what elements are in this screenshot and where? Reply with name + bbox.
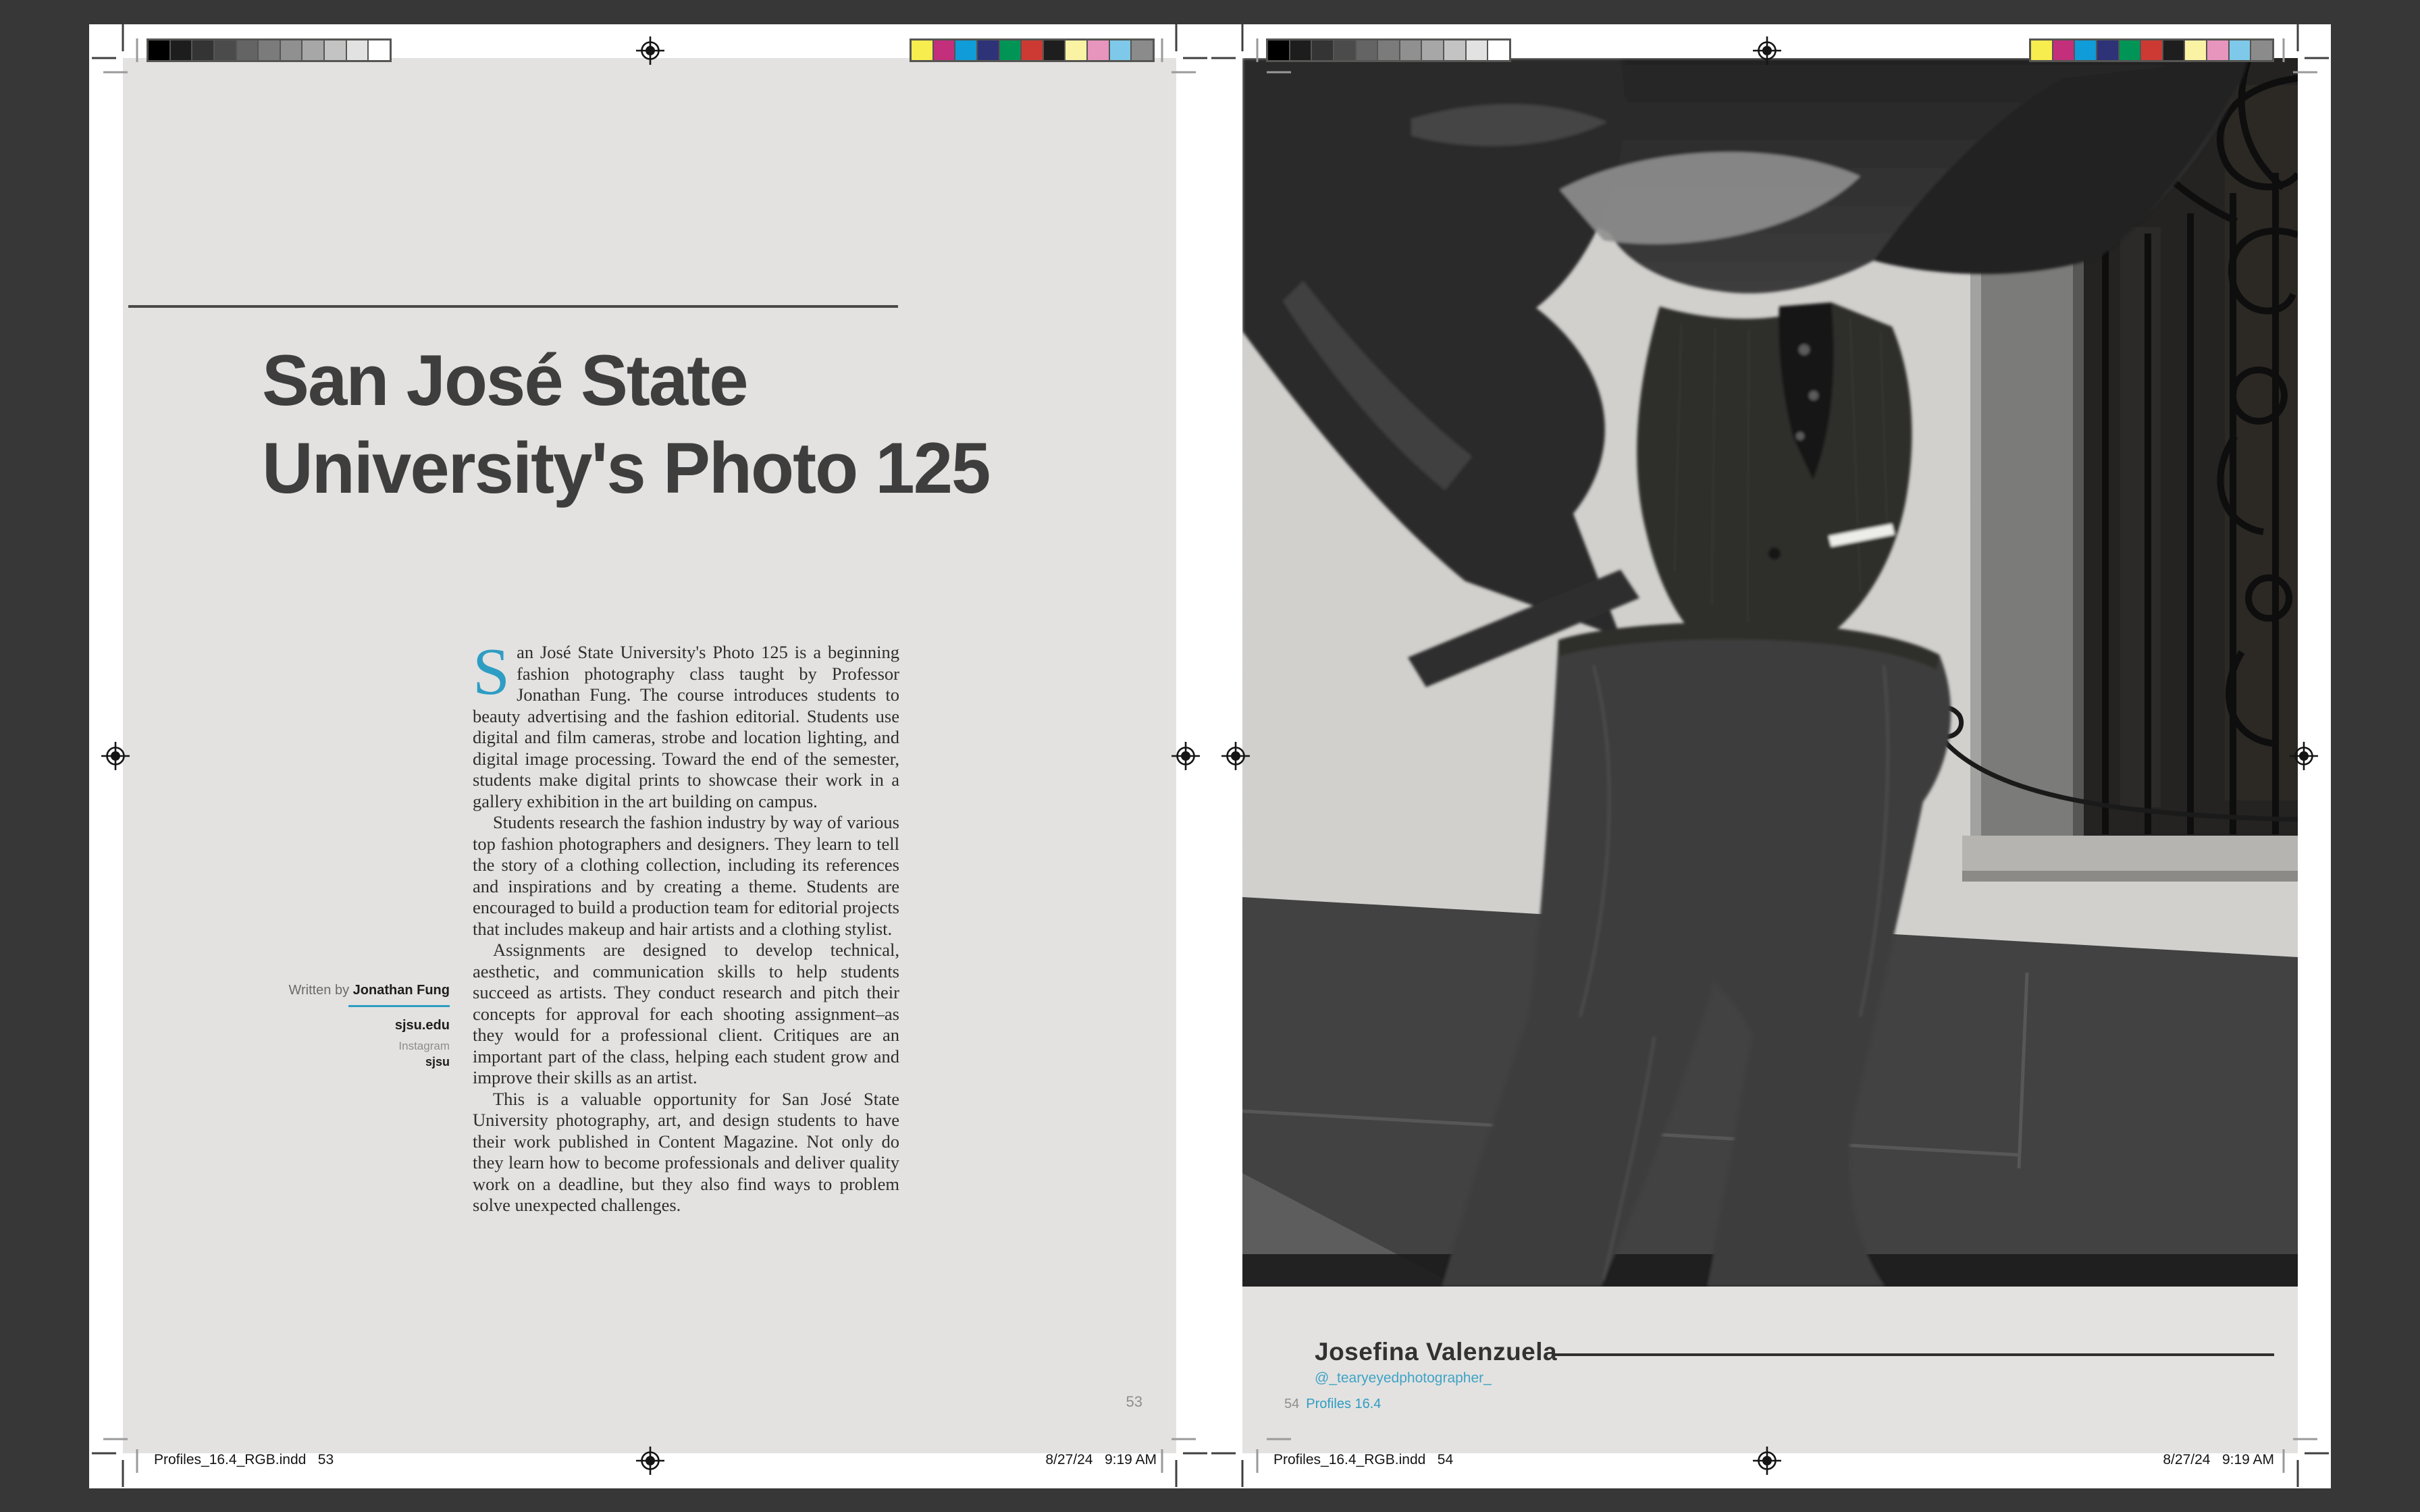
calibration-swatch <box>2097 40 2120 60</box>
title-line-1: San José State <box>262 340 747 421</box>
calibration-swatch <box>1357 40 1379 60</box>
drop-cap: S <box>473 642 517 699</box>
photo-window-frame <box>1970 254 2084 846</box>
calibration-swatch <box>302 40 325 60</box>
calibration-swatch <box>1022 40 1044 60</box>
photo-window-sill <box>1962 836 2298 871</box>
paragraph: San José State University's Photo 125 is… <box>473 642 899 812</box>
calibration-swatch <box>1400 40 1423 60</box>
calibration-swatch <box>2163 40 2186 60</box>
byline-rule <box>348 1005 450 1007</box>
calibration-swatch <box>325 40 347 60</box>
calibration-swatch <box>1488 40 1509 60</box>
page-number-53: 53 <box>1080 1393 1142 1411</box>
calibration-swatch <box>912 40 934 60</box>
calibration-swatch <box>2053 40 2076 60</box>
calibration-swatch <box>1422 40 1444 60</box>
print-proof-spread: San José State University's Photo 125 Sa… <box>0 0 2420 1512</box>
calibration-swatch <box>2251 40 2272 60</box>
calibration-swatch <box>1066 40 1088 60</box>
slug-timestamp-53: 8/27/24 9:19 AM <box>954 1452 1157 1468</box>
byline-author: Jonathan Fung <box>353 983 450 998</box>
byline: Written by Jonathan Fung <box>270 983 450 998</box>
calibration-swatch <box>955 40 978 60</box>
paragraph-text: an José State University's Photo 125 is … <box>473 642 899 811</box>
slug-filename-53: Profiles_16.4_RGB.indd 53 <box>154 1452 334 1468</box>
calibration-swatch <box>1088 40 1110 60</box>
paragraph: This is a valuable opportunity for San J… <box>473 1089 899 1216</box>
calibration-swatch <box>1044 40 1066 60</box>
photo-subject-name: Josefina Valenzuela <box>1315 1338 1557 1366</box>
title-line-2: University's Photo 125 <box>262 427 989 508</box>
calibration-swatch <box>237 40 259 60</box>
page-number-54: 54 <box>1284 1397 1299 1411</box>
calibration-swatch <box>1132 40 1153 60</box>
calibration-swatch <box>2075 40 2097 60</box>
calibration-swatch <box>2031 40 2053 60</box>
calibration-swatch <box>1000 40 1022 60</box>
calibration-swatch <box>1290 40 1313 60</box>
calibration-swatch <box>2230 40 2252 60</box>
calibration-swatch <box>259 40 281 60</box>
fashion-photo <box>1242 58 2298 1287</box>
calibration-swatch <box>369 40 390 60</box>
color-calibration-bar <box>910 38 1155 62</box>
slug-timestamp-54: 8/27/24 9:19 AM <box>2072 1452 2274 1468</box>
paragraph: Students research the fashion industry b… <box>473 812 899 940</box>
byline-label: Written by <box>288 983 352 998</box>
grayscale-calibration-bar <box>147 38 392 62</box>
folio-line: 54 Profiles 16.4 <box>1284 1397 1381 1412</box>
calibration-swatch <box>347 40 369 60</box>
calibration-swatch <box>2207 40 2230 60</box>
grayscale-calibration-bar <box>1266 38 1511 62</box>
instagram-handle: sjsu <box>270 1055 450 1069</box>
website-link: sjsu.edu <box>270 1018 450 1033</box>
calibration-swatch <box>1467 40 1489 60</box>
calibration-swatch <box>215 40 237 60</box>
calibration-swatch <box>149 40 171 60</box>
calibration-swatch <box>2185 40 2207 60</box>
caption-rule <box>1552 1353 2274 1356</box>
section-label: Profiles 16.4 <box>1306 1397 1381 1411</box>
calibration-swatch <box>1312 40 1334 60</box>
paragraph: Assignments are designed to develop tech… <box>473 940 899 1089</box>
calibration-swatch <box>1334 40 1357 60</box>
calibration-swatch <box>281 40 303 60</box>
article-title: San José State University's Photo 125 <box>262 336 1122 512</box>
article-body: San José State University's Photo 125 is… <box>473 642 899 1216</box>
title-rule <box>128 305 898 308</box>
calibration-swatch <box>934 40 956 60</box>
calibration-swatch <box>1110 40 1132 60</box>
photo-subject-handle: @_tearyeyedphotographer_ <box>1315 1370 1492 1386</box>
calibration-swatch <box>192 40 215 60</box>
color-calibration-bar <box>2029 38 2274 62</box>
calibration-swatch <box>1444 40 1467 60</box>
calibration-swatch <box>1268 40 1290 60</box>
calibration-swatch <box>171 40 193 60</box>
byline-block: Written by Jonathan Fung sjsu.edu Instag… <box>270 983 450 1069</box>
calibration-swatch <box>2120 40 2142 60</box>
calibration-swatch <box>1378 40 1400 60</box>
calibration-swatch <box>978 40 1000 60</box>
instagram-label: Instagram <box>270 1040 450 1053</box>
calibration-swatch <box>2141 40 2163 60</box>
slug-filename-54: Profiles_16.4_RGB.indd 54 <box>1273 1452 1453 1468</box>
